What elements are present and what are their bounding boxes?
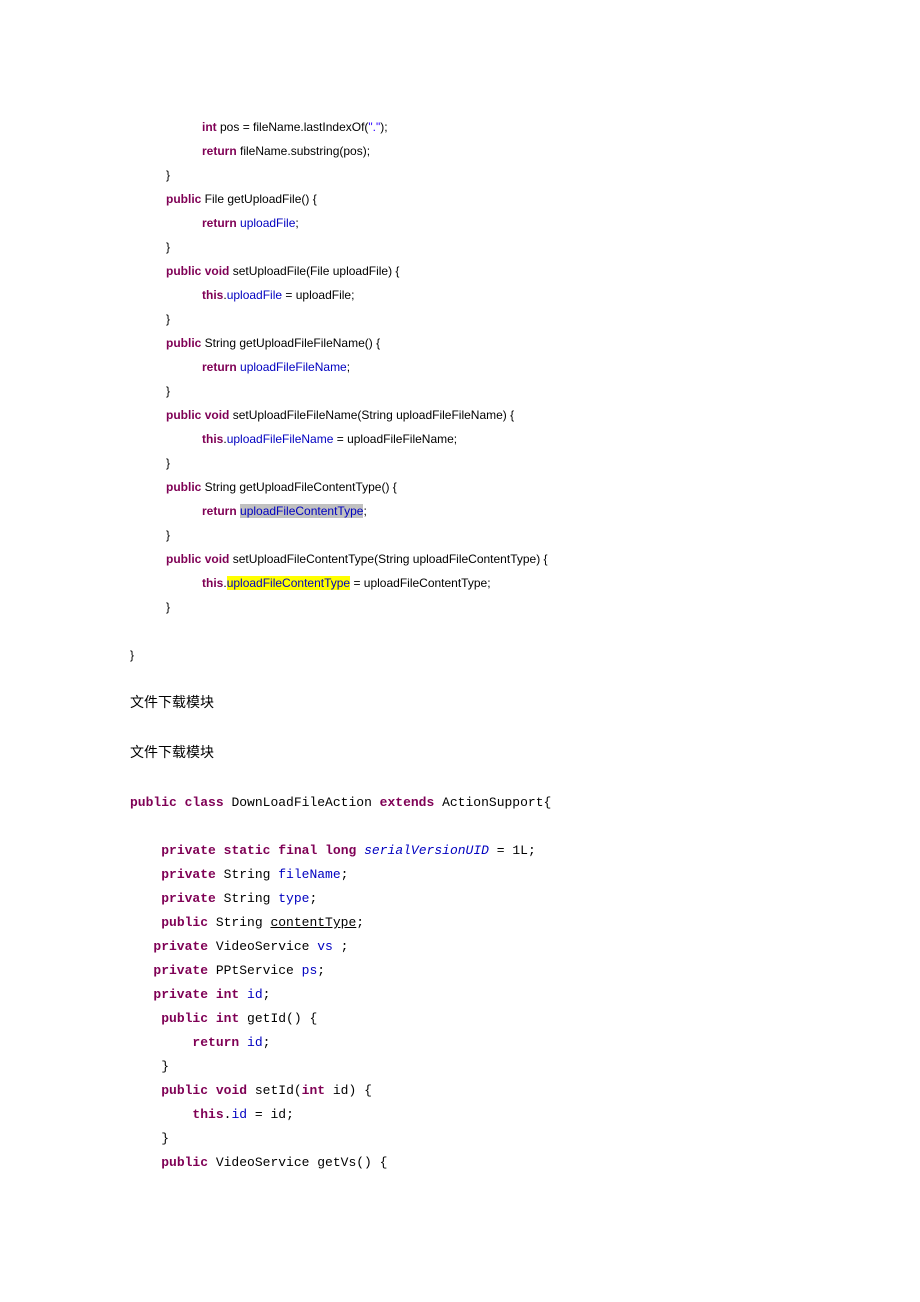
document-page: int pos = fileName.lastIndexOf("."); ret… — [0, 0, 920, 1275]
code-line: } — [130, 307, 790, 331]
java-code-block-upload: int pos = fileName.lastIndexOf("."); ret… — [130, 115, 790, 667]
code-line: public String getUploadFileContentType()… — [130, 475, 790, 499]
code-line: } — [130, 1127, 790, 1151]
code-line: private VideoService vs ; — [130, 935, 790, 959]
code-line: this.uploadFileContentType = uploadFileC… — [130, 571, 790, 595]
java-code-block-download: public class DownLoadFileAction extends … — [130, 791, 790, 1175]
code-line: return fileName.substring(pos); — [130, 139, 790, 163]
code-line: public VideoService getVs() { — [130, 1151, 790, 1175]
code-line: } — [130, 643, 790, 667]
code-line: public File getUploadFile() { — [130, 187, 790, 211]
code-line: public String contentType; — [130, 911, 790, 935]
code-line: } — [130, 523, 790, 547]
code-line: this.uploadFile = uploadFile; — [130, 283, 790, 307]
code-line: public int getId() { — [130, 1007, 790, 1031]
code-line: } — [130, 451, 790, 475]
code-line: public void setId(int id) { — [130, 1079, 790, 1103]
code-line: this.uploadFileFileName = uploadFileFile… — [130, 427, 790, 451]
code-line: private String fileName; — [130, 863, 790, 887]
code-line: public class DownLoadFileAction extends … — [130, 791, 790, 815]
code-line: private PPtService ps; — [130, 959, 790, 983]
code-line: this.id = id; — [130, 1103, 790, 1127]
code-line: return uploadFile; — [130, 211, 790, 235]
code-line: public void setUploadFile(File uploadFil… — [130, 259, 790, 283]
code-line: private static final long serialVersionU… — [130, 839, 790, 863]
code-line: private int id; — [130, 983, 790, 1007]
code-line: return id; — [130, 1031, 790, 1055]
code-line: return uploadFileFileName; — [130, 355, 790, 379]
code-line: } — [130, 163, 790, 187]
code-line: } — [130, 1055, 790, 1079]
code-line: public void setUploadFileContentType(Str… — [130, 547, 790, 571]
code-line: public String getUploadFileFileName() { — [130, 331, 790, 355]
code-line: } — [130, 595, 790, 619]
code-line: } — [130, 235, 790, 259]
section-heading-download-2: 文件下载模块 — [130, 741, 790, 767]
code-line: private String type; — [130, 887, 790, 911]
code-line: public void setUploadFileFileName(String… — [130, 403, 790, 427]
code-line: return uploadFileContentType; — [130, 499, 790, 523]
code-line: int pos = fileName.lastIndexOf("."); — [130, 115, 790, 139]
code-line: } — [130, 379, 790, 403]
section-heading-download-1: 文件下载模块 — [130, 691, 790, 717]
